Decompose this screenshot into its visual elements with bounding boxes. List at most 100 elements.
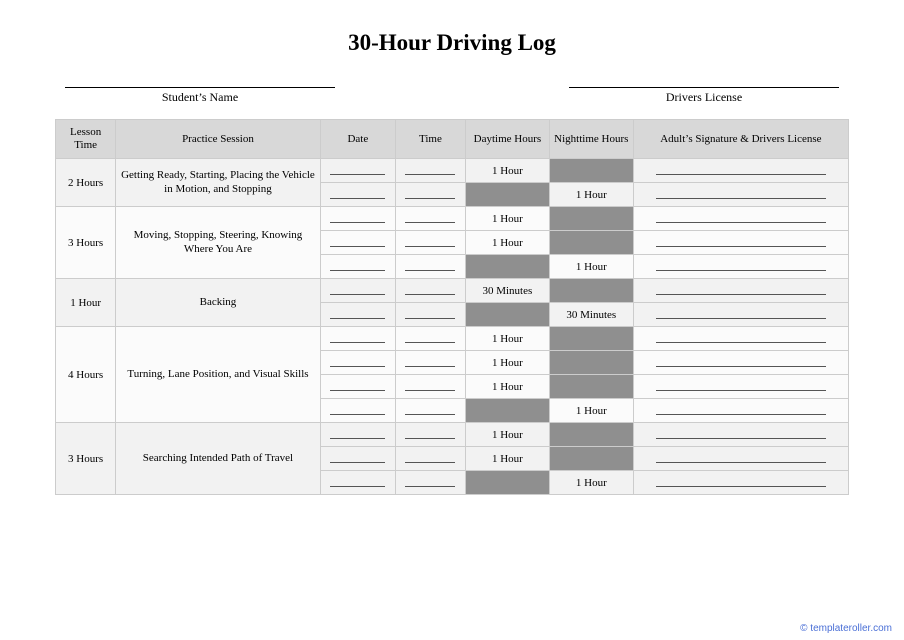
nighttime-cell: 1 Hour xyxy=(549,399,633,423)
driving-log-table: Lesson Time Practice Session Date Time D… xyxy=(55,119,849,495)
time-field[interactable] xyxy=(395,207,465,231)
session-cell: Backing xyxy=(116,279,320,327)
daytime-cell: 1 Hour xyxy=(465,159,549,183)
student-name-label: Student’s Name xyxy=(65,90,335,105)
nighttime-cell xyxy=(549,279,633,303)
time-field[interactable] xyxy=(395,231,465,255)
daytime-cell: 1 Hour xyxy=(465,207,549,231)
signature-field[interactable] xyxy=(633,231,848,255)
date-field[interactable] xyxy=(320,399,395,423)
col-time: Time xyxy=(395,120,465,159)
time-field[interactable] xyxy=(395,447,465,471)
date-field[interactable] xyxy=(320,327,395,351)
daytime-cell xyxy=(465,303,549,327)
lesson-time-cell: 2 Hours xyxy=(56,159,116,207)
signature-field[interactable] xyxy=(633,399,848,423)
time-field[interactable] xyxy=(395,471,465,495)
date-field[interactable] xyxy=(320,231,395,255)
session-cell: Getting Ready, Starting, Placing the Veh… xyxy=(116,159,320,207)
nighttime-cell xyxy=(549,447,633,471)
daytime-cell: 1 Hour xyxy=(465,423,549,447)
col-daytime: Daytime Hours xyxy=(465,120,549,159)
footer-credit: © templateroller.com xyxy=(800,623,892,634)
time-field[interactable] xyxy=(395,375,465,399)
date-field[interactable] xyxy=(320,471,395,495)
nighttime-cell xyxy=(549,207,633,231)
time-field[interactable] xyxy=(395,183,465,207)
date-field[interactable] xyxy=(320,207,395,231)
signature-field[interactable] xyxy=(633,351,848,375)
time-field[interactable] xyxy=(395,327,465,351)
signature-field[interactable] xyxy=(633,423,848,447)
nighttime-cell: 1 Hour xyxy=(549,471,633,495)
signature-field[interactable] xyxy=(633,471,848,495)
signature-field[interactable] xyxy=(633,183,848,207)
table-row: 2 HoursGetting Ready, Starting, Placing … xyxy=(56,159,849,183)
table-row: 4 HoursTurning, Lane Position, and Visua… xyxy=(56,327,849,351)
daytime-cell xyxy=(465,471,549,495)
time-field[interactable] xyxy=(395,399,465,423)
signature-field[interactable] xyxy=(633,303,848,327)
date-field[interactable] xyxy=(320,423,395,447)
date-field[interactable] xyxy=(320,279,395,303)
drivers-license-line xyxy=(569,74,839,88)
nighttime-cell xyxy=(549,327,633,351)
col-lesson-time: Lesson Time xyxy=(56,120,116,159)
signature-field[interactable] xyxy=(633,207,848,231)
drivers-license-field[interactable]: Drivers License xyxy=(569,74,839,105)
page-title: 30-Hour Driving Log xyxy=(55,30,849,56)
daytime-cell: 1 Hour xyxy=(465,231,549,255)
date-field[interactable] xyxy=(320,255,395,279)
signature-field[interactable] xyxy=(633,447,848,471)
date-field[interactable] xyxy=(320,351,395,375)
time-field[interactable] xyxy=(395,351,465,375)
nighttime-cell xyxy=(549,351,633,375)
lesson-time-cell: 1 Hour xyxy=(56,279,116,327)
daytime-cell: 1 Hour xyxy=(465,351,549,375)
nighttime-cell: 1 Hour xyxy=(549,255,633,279)
nighttime-cell xyxy=(549,375,633,399)
daytime-cell: 1 Hour xyxy=(465,447,549,471)
date-field[interactable] xyxy=(320,447,395,471)
signature-field[interactable] xyxy=(633,375,848,399)
signature-field[interactable] xyxy=(633,327,848,351)
nighttime-cell xyxy=(549,159,633,183)
daytime-cell: 1 Hour xyxy=(465,327,549,351)
time-field[interactable] xyxy=(395,159,465,183)
lesson-time-cell: 3 Hours xyxy=(56,207,116,279)
date-field[interactable] xyxy=(320,303,395,327)
col-date: Date xyxy=(320,120,395,159)
signature-field[interactable] xyxy=(633,255,848,279)
table-row: 1 HourBacking30 Minutes xyxy=(56,279,849,303)
time-field[interactable] xyxy=(395,303,465,327)
drivers-license-label: Drivers License xyxy=(569,90,839,105)
table-row: 3 HoursMoving, Stopping, Steering, Knowi… xyxy=(56,207,849,231)
date-field[interactable] xyxy=(320,183,395,207)
daytime-cell xyxy=(465,255,549,279)
student-name-field[interactable]: Student’s Name xyxy=(65,74,335,105)
session-cell: Moving, Stopping, Steering, Knowing Wher… xyxy=(116,207,320,279)
student-name-line xyxy=(65,74,335,88)
lesson-time-cell: 4 Hours xyxy=(56,327,116,423)
daytime-cell xyxy=(465,399,549,423)
lesson-time-cell: 3 Hours xyxy=(56,423,116,495)
session-cell: Searching Intended Path of Travel xyxy=(116,423,320,495)
table-row: 3 HoursSearching Intended Path of Travel… xyxy=(56,423,849,447)
date-field[interactable] xyxy=(320,159,395,183)
nighttime-cell xyxy=(549,423,633,447)
daytime-cell xyxy=(465,183,549,207)
col-nighttime: Nighttime Hours xyxy=(549,120,633,159)
session-cell: Turning, Lane Position, and Visual Skill… xyxy=(116,327,320,423)
signature-field[interactable] xyxy=(633,279,848,303)
nighttime-cell: 1 Hour xyxy=(549,183,633,207)
nighttime-cell xyxy=(549,231,633,255)
time-field[interactable] xyxy=(395,423,465,447)
time-field[interactable] xyxy=(395,255,465,279)
col-signature: Adult’s Signature & Drivers License xyxy=(633,120,848,159)
time-field[interactable] xyxy=(395,279,465,303)
table-header-row: Lesson Time Practice Session Date Time D… xyxy=(56,120,849,159)
signature-field[interactable] xyxy=(633,159,848,183)
daytime-cell: 30 Minutes xyxy=(465,279,549,303)
daytime-cell: 1 Hour xyxy=(465,375,549,399)
date-field[interactable] xyxy=(320,375,395,399)
